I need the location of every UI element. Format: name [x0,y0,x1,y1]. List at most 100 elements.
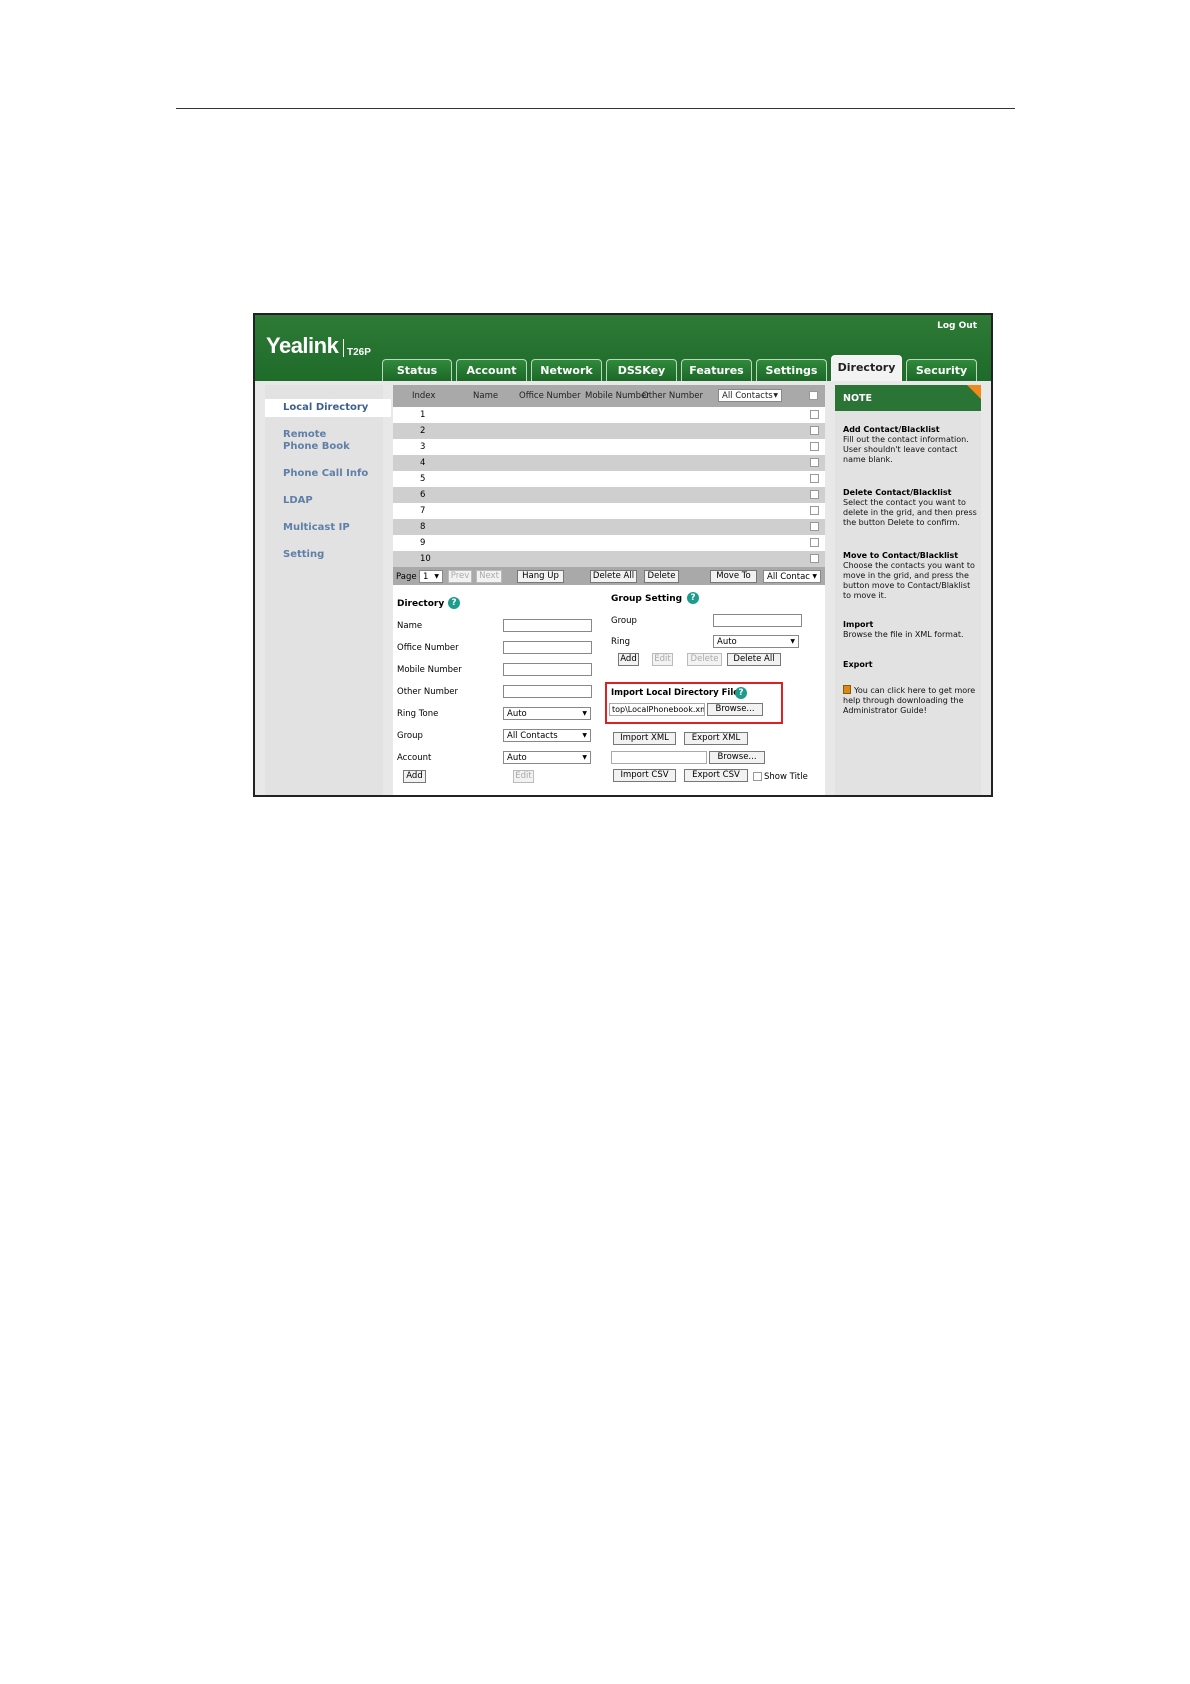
col-other-number: Other Number [642,391,703,401]
note-import-title: Import [843,620,874,629]
ring-tone-select[interactable]: Auto [503,707,591,720]
import-file-path-field[interactable]: top\LocalPhonebook.xml [609,703,705,716]
add-contact-button[interactable]: Add [403,770,426,783]
table-row[interactable]: 2 [393,423,825,439]
sidebar-item-setting[interactable]: Setting [283,549,324,561]
table-row[interactable]: 4 [393,455,825,471]
name-label: Name [397,621,423,631]
account-label: Account [397,753,432,763]
tab-security[interactable]: Security [906,359,977,381]
tab-account[interactable]: Account [456,359,527,381]
table-row[interactable]: 8 [393,519,825,535]
table-row[interactable]: 7 [393,503,825,519]
note-export-title: Export [843,660,873,669]
edit-group-button[interactable]: Edit [652,653,673,666]
delete-all-groups-button[interactable]: Delete All [727,653,781,666]
account-select[interactable]: Auto [503,751,591,764]
page-select[interactable]: 1 [419,570,443,583]
table-row[interactable]: 6 [393,487,825,503]
row-checkbox[interactable] [810,554,819,563]
model-label: T26P [347,347,371,358]
table-row[interactable]: 3 [393,439,825,455]
table-row[interactable]: 1 [393,407,825,423]
group-ring-select[interactable]: Auto [713,635,799,648]
export-xml-button[interactable]: Export XML [684,732,748,745]
sidebar-item-ldap[interactable]: LDAP [283,495,313,507]
add-group-button[interactable]: Add [618,653,639,666]
sidebar-item-remote-phone-book[interactable]: Remote Phone Book [283,429,363,453]
admin-guide-help-link[interactable]: You can click here to get more help thro… [843,685,977,716]
col-office-number: Office Number [519,391,581,401]
export-csv-button[interactable]: Export CSV [684,769,748,782]
table-row[interactable]: 10 [393,551,825,567]
table-row[interactable]: 5 [393,471,825,487]
note-header: NOTE [835,385,981,411]
row-checkbox[interactable] [810,474,819,483]
grid-pager: Page 1 Prev Next Hang Up Delete All Dele… [393,567,825,585]
page-label: Page [396,572,417,582]
sidebar-item-multicast-ip[interactable]: Multicast IP [283,522,350,534]
office-number-label: Office Number [397,643,459,653]
page-header-rule [176,108,1015,109]
prev-button[interactable]: Prev [448,570,472,583]
mobile-number-label: Mobile Number [397,665,462,675]
row-checkbox[interactable] [810,410,819,419]
note-delete-title: Delete Contact/Blacklist [843,488,952,497]
show-title-checkbox[interactable] [753,772,762,781]
directory-form-title: Directory [397,599,445,609]
contacts-filter-select[interactable]: All Contacts [718,389,782,402]
import-xml-button[interactable]: Import XML [613,732,676,745]
move-to-button[interactable]: Move To [710,570,757,583]
group-select[interactable]: All Contacts [503,729,591,742]
next-button[interactable]: Next [476,570,502,583]
contacts-grid-header: Index Name Office Number Mobile Number O… [393,385,825,407]
group-name-field[interactable] [713,614,802,627]
move-target-select[interactable]: All Contac [763,570,821,583]
logo-separator [343,339,344,357]
delete-group-button[interactable]: Delete [687,653,722,666]
tab-status[interactable]: Status [382,359,452,381]
delete-button[interactable]: Delete [644,570,679,583]
note-move-body: Choose the contacts you want to move in … [843,561,975,600]
row-checkbox[interactable] [810,426,819,435]
browse-csv-button[interactable]: Browse... [709,751,765,764]
import-csv-button[interactable]: Import CSV [613,769,676,782]
directory-help-icon[interactable]: ? [448,597,460,609]
name-field[interactable] [503,619,592,632]
group-setting-title: Group Setting [611,594,683,604]
row-checkbox[interactable] [810,442,819,451]
yealink-logo: Yealink [266,333,339,358]
row-checkbox[interactable] [810,490,819,499]
mobile-number-field[interactable] [503,663,592,676]
tab-network[interactable]: Network [531,359,602,381]
tab-dsskey[interactable]: DSSKey [606,359,677,381]
row-checkbox[interactable] [810,506,819,515]
browse-button[interactable]: Browse... [707,703,763,716]
sidebar-item-local-directory[interactable]: Local Directory [265,399,391,417]
sidebar-item-phone-call-info[interactable]: Phone Call Info [283,468,368,480]
web-ui-screenshot: Yealink T26P Log Out Status Account Netw… [253,313,993,797]
delete-all-button[interactable]: Delete All [590,570,637,583]
row-checkbox[interactable] [810,522,819,531]
logout-link[interactable]: Log Out [937,321,977,331]
tab-settings[interactable]: Settings [756,359,827,381]
csv-file-path-field[interactable] [611,751,707,764]
tab-features[interactable]: Features [681,359,752,381]
group-label: Group [397,731,423,741]
admin-guide-help-text: You can click here to get more help thro… [843,686,976,715]
office-number-field[interactable] [503,641,592,654]
import-help-icon[interactable]: ? [735,687,747,699]
show-title-label: Show Title [764,772,808,782]
row-checkbox[interactable] [810,538,819,547]
group-setting-help-icon[interactable]: ? [687,592,699,604]
select-all-checkbox[interactable] [809,391,818,400]
other-number-label: Other Number [397,687,458,697]
edit-contact-button[interactable]: Edit [513,770,534,783]
col-mobile-number: Mobile Number [585,391,650,401]
hang-up-button[interactable]: Hang Up [517,570,564,583]
tab-directory[interactable]: Directory [831,355,902,381]
table-row[interactable]: 9 [393,535,825,551]
other-number-field[interactable] [503,685,592,698]
note-delete-body: Select the contact you want to delete in… [843,498,977,527]
row-checkbox[interactable] [810,458,819,467]
